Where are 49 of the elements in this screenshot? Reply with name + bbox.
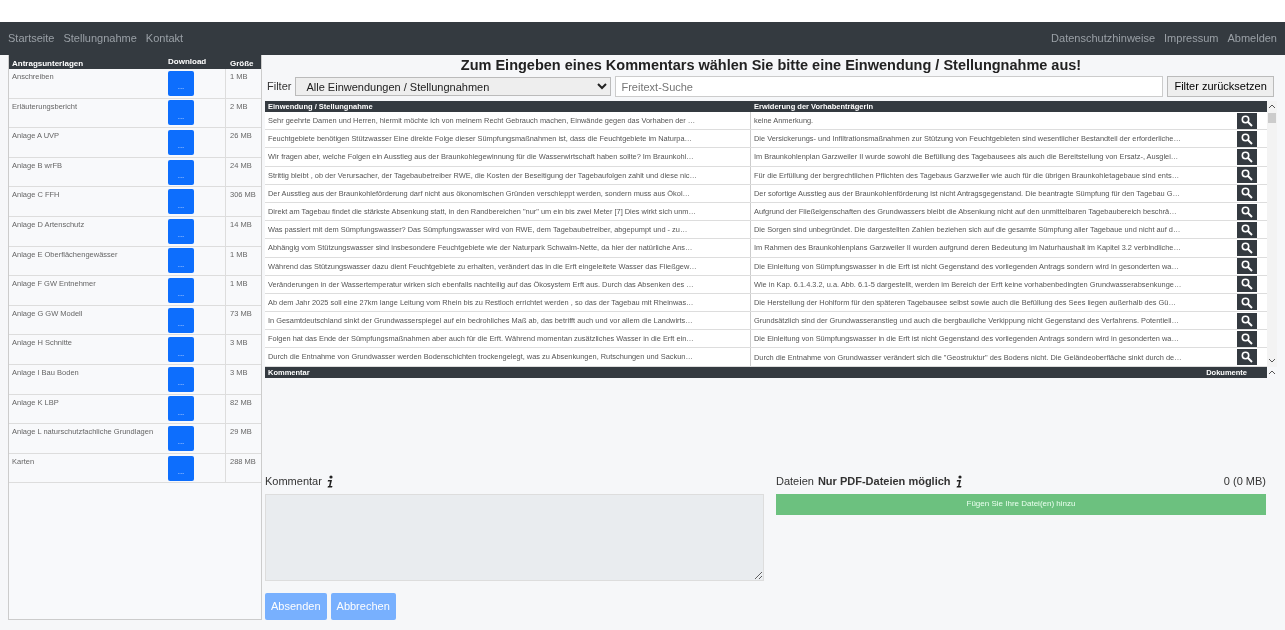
files-label: Dateien xyxy=(776,474,814,489)
filter-dropdown[interactable]: Alle Einwendungen / Stellungnahmen xyxy=(295,77,612,96)
download-button[interactable]: ... xyxy=(168,218,194,244)
file-count: 0 (0 MB) xyxy=(1223,474,1266,489)
download-button[interactable]: ... xyxy=(168,396,194,422)
download-button[interactable]: ... xyxy=(168,159,194,185)
column-header: Download xyxy=(168,56,208,68)
download-button[interactable]: ... xyxy=(168,425,194,451)
column-header: Antragsunterlagen xyxy=(11,58,85,69)
nav-link[interactable]: Startseite xyxy=(8,32,55,45)
nav-link[interactable]: Abmelden xyxy=(1227,32,1277,45)
info-icon[interactable] xyxy=(325,474,334,488)
search-button[interactable] xyxy=(1237,294,1257,311)
download-button[interactable]: ... xyxy=(168,307,194,333)
download-button[interactable]: ... xyxy=(168,337,194,363)
filter-label: Filter xyxy=(267,79,292,95)
download-button[interactable]: ... xyxy=(168,70,194,96)
nav-link[interactable]: Stellungnahme xyxy=(63,32,137,45)
search-button[interactable] xyxy=(1237,239,1257,256)
search-button[interactable] xyxy=(1237,167,1257,184)
search-button[interactable] xyxy=(1237,330,1257,347)
comment-label: Kommentar xyxy=(265,474,322,489)
add-files-button[interactable]: Fügen Sie Ihre Datei(en) hinzu xyxy=(776,493,1266,515)
search-button[interactable] xyxy=(1237,276,1257,293)
files-note: Nur PDF-Dateien möglich xyxy=(817,474,951,489)
search-button[interactable] xyxy=(1237,221,1257,238)
download-button[interactable]: ... xyxy=(168,100,194,126)
search-button[interactable] xyxy=(1237,258,1257,275)
info-icon[interactable] xyxy=(954,474,963,488)
download-button[interactable]: ... xyxy=(168,366,194,392)
search-button[interactable] xyxy=(1237,112,1257,129)
nav-link[interactable]: Kontakt xyxy=(145,32,184,45)
page-heading: Zum Eingeben eines Kommentars wählen Sie bitte eine Einwendung / Stellungnahme aus! xyxy=(459,56,1083,75)
search-button[interactable] xyxy=(1237,185,1257,202)
search-button[interactable] xyxy=(1237,312,1257,329)
search-button[interactable] xyxy=(1237,203,1257,220)
download-button[interactable]: ... xyxy=(168,455,194,481)
search-button[interactable] xyxy=(1237,349,1257,366)
column-header: Größe xyxy=(229,58,255,69)
download-button[interactable]: ... xyxy=(168,277,194,303)
search-button[interactable] xyxy=(1237,130,1257,147)
download-button[interactable]: ... xyxy=(168,189,194,215)
search-field[interactable]: Freitext-Suche xyxy=(615,76,1164,97)
nav-link[interactable]: Impressum xyxy=(1164,32,1219,45)
reset-filter-button[interactable]: Filter zurücksetzen xyxy=(1167,76,1274,97)
download-button[interactable]: ... xyxy=(168,248,194,274)
search-button[interactable] xyxy=(1237,148,1257,165)
nav-link[interactable]: Datenschutzhinweise xyxy=(1051,32,1156,45)
download-button[interactable]: ... xyxy=(168,130,194,155)
